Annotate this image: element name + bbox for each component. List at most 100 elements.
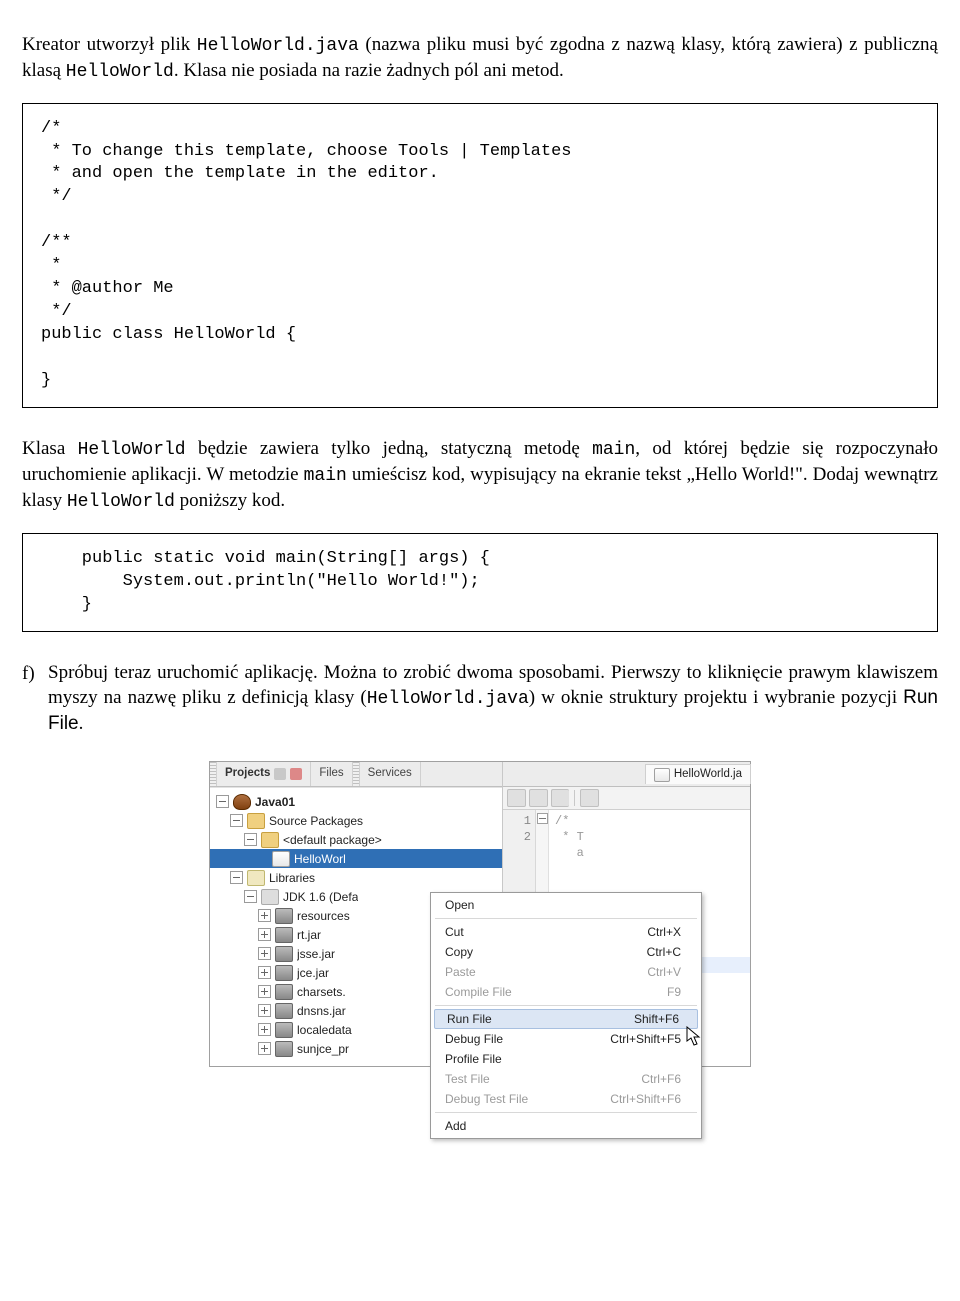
tab-close-icon[interactable] <box>290 768 302 780</box>
toolbar-button[interactable] <box>529 789 548 807</box>
menu-item-copy[interactable]: Copy Ctrl+C <box>433 942 699 962</box>
list-item-f: f) Spróbuj teraz uruchomić aplikację. Mo… <box>22 660 938 738</box>
tab-label: Files <box>319 766 343 782</box>
menu-separator <box>435 1005 697 1006</box>
menu-item-run-file[interactable]: Run FileShift+F6 <box>434 1009 698 1029</box>
tree-label: JDK 1.6 (Defa <box>283 889 358 905</box>
menu-item-shortcut: Shift+F6 <box>634 1011 679 1027</box>
tree-label: Libraries <box>269 870 315 886</box>
toolbar-button[interactable] <box>580 789 599 807</box>
fold-toggle-icon[interactable] <box>537 813 548 824</box>
text: poniższy kod. <box>175 490 285 511</box>
tab-pin-icon[interactable] <box>274 768 286 780</box>
jar-icon <box>275 1041 293 1057</box>
java-project-icon <box>233 794 251 810</box>
line-number: 2 <box>503 829 531 845</box>
code-box-main: public static void main(String[] args) {… <box>22 533 938 632</box>
tree-label: rt.jar <box>297 927 321 943</box>
code-filename: HelloWorld.java <box>197 36 359 56</box>
ide-screenshot: Projects Files Services Java01 <box>22 761 938 1067</box>
collapse-icon[interactable] <box>244 833 257 846</box>
tab-label: Projects <box>225 766 270 782</box>
code-box-template: /* * To change this template, choose Too… <box>22 103 938 408</box>
menu-item-label: Add <box>445 1118 466 1134</box>
menu-item-shortcut: Ctrl+X <box>647 924 681 940</box>
tree-label: <default package> <box>283 832 382 848</box>
line-number: 1 <box>503 813 531 829</box>
text: . Klasa nie posiada na razie żadnych pól… <box>174 60 564 81</box>
code-line: /* <box>555 813 750 829</box>
context-menu[interactable]: Open Cut Ctrl+X Copy Ctrl+C Paste Ctrl+V Co… <box>430 892 702 1139</box>
tree-label: jsse.jar <box>297 946 335 962</box>
ide-window: Projects Files Services Java01 <box>209 761 751 1067</box>
expand-icon[interactable] <box>258 985 271 998</box>
grip-icon <box>353 762 360 786</box>
expand-icon[interactable] <box>258 1042 271 1055</box>
package-icon <box>261 832 279 848</box>
toolbar-button[interactable] <box>507 789 526 807</box>
code-method: main <box>592 440 635 460</box>
tree-label: Java01 <box>255 794 295 810</box>
menu-item-label: Profile File <box>445 1051 502 1067</box>
expand-icon[interactable] <box>258 1023 271 1036</box>
paragraph-main: Klasa HelloWorld będzie zawiera tylko je… <box>22 436 938 515</box>
menu-item-shortcut: Ctrl+C <box>647 944 681 960</box>
menu-item-cut[interactable]: Cut Ctrl+X <box>433 922 699 942</box>
tree-label: resources <box>297 908 350 924</box>
paragraph-intro: Kreator utworzył plik HelloWorld.java (n… <box>22 32 938 85</box>
toolbar-button[interactable] <box>551 789 569 807</box>
expand-icon[interactable] <box>258 928 271 941</box>
code-line <box>555 877 750 893</box>
tab-services[interactable]: Services <box>360 762 421 786</box>
jar-icon <box>275 965 293 981</box>
collapse-icon[interactable] <box>230 871 243 884</box>
menu-separator <box>435 918 697 919</box>
menu-item-debug-file[interactable]: Debug File Ctrl+Shift+F5 <box>433 1029 699 1049</box>
menu-item-profile-file[interactable]: Profile File <box>433 1049 699 1069</box>
menu-item-add[interactable]: Add <box>433 1116 699 1136</box>
editor-tabbar: HelloWorld.ja <box>503 762 750 787</box>
text: Kreator utworzył plik <box>22 34 197 55</box>
tree-node-default-package[interactable]: <default package> <box>210 830 502 849</box>
jar-icon <box>275 946 293 962</box>
tab-files[interactable]: Files <box>311 762 352 786</box>
cursor-icon <box>686 1026 704 1048</box>
tree-node-libraries[interactable]: Libraries <box>210 868 502 887</box>
expand-icon[interactable] <box>258 947 271 960</box>
code-classname: HelloWorld <box>78 440 186 460</box>
tree-node-source-packages[interactable]: Source Packages <box>210 811 502 830</box>
menu-item-paste: Paste Ctrl+V <box>433 962 699 982</box>
tree-node-helloworld-java[interactable]: HelloWorl <box>210 849 502 868</box>
list-body: Spróbuj teraz uruchomić aplikację. Można… <box>48 660 938 738</box>
tree-label: HelloWorl <box>294 851 346 867</box>
expand-icon[interactable] <box>258 966 271 979</box>
tree-label: dnsns.jar <box>297 1003 346 1019</box>
tree-label: jce.jar <box>297 965 329 981</box>
editor-tab-label: HelloWorld.ja <box>674 767 742 783</box>
menu-item-open[interactable]: Open <box>433 895 699 915</box>
java-file-icon <box>654 768 670 782</box>
menu-item-label: Debug File <box>445 1031 503 1047</box>
jdk-icon <box>261 889 279 905</box>
collapse-icon[interactable] <box>244 890 257 903</box>
collapse-icon[interactable] <box>230 814 243 827</box>
menu-item-label: Cut <box>445 924 464 940</box>
tree-label: charsets. <box>297 984 346 1000</box>
libraries-icon <box>247 870 265 886</box>
menu-item-shortcut: Ctrl+V <box>647 964 681 980</box>
expand-icon[interactable] <box>258 909 271 922</box>
expand-icon[interactable] <box>258 1004 271 1017</box>
tab-projects[interactable]: Projects <box>217 762 311 786</box>
tree-node-project[interactable]: Java01 <box>210 792 502 811</box>
code-classname: HelloWorld <box>67 492 175 512</box>
collapse-icon[interactable] <box>216 795 229 808</box>
menu-item-shortcut: Ctrl+Shift+F5 <box>610 1031 681 1047</box>
text: będzie zawiera tylko jedną, statyczną me… <box>186 438 592 459</box>
menu-item-label: Open <box>445 897 474 913</box>
menu-item-shortcut: Ctrl+Shift+F6 <box>610 1091 681 1107</box>
menu-item-label: Debug Test File <box>445 1091 528 1107</box>
menu-item-label: Copy <box>445 944 473 960</box>
code-line: * T <box>555 829 750 845</box>
editor-tab-helloworld[interactable]: HelloWorld.ja <box>645 764 751 785</box>
menu-item-label: Paste <box>445 964 476 980</box>
